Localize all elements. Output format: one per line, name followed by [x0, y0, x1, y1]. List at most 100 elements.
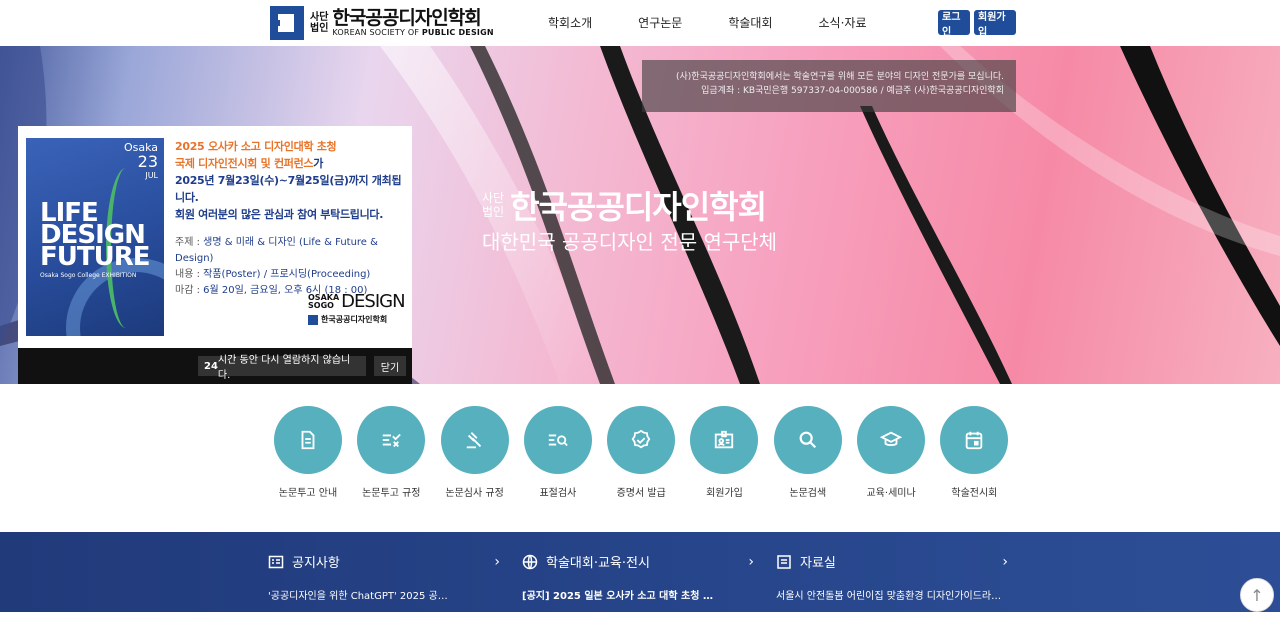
search-icon: [773, 406, 842, 474]
chevron-right-icon[interactable]: ›: [494, 554, 500, 570]
quick-item-label: 논문투고 규정: [362, 488, 421, 499]
hero-title: 사단 법인 한국공공디자인학회: [482, 182, 767, 228]
quick-item-label: 교육·세미나: [866, 488, 916, 499]
quick-item-label: 표절검사: [539, 488, 577, 499]
globe-icon: [522, 554, 538, 569]
poster-exhibition: Osaka Sogo College EXHIBITION: [40, 272, 137, 279]
signup-button[interactable]: 회원가입: [974, 10, 1016, 38]
event-poster-image[interactable]: Osaka 23 JUL LIFE DESIGN FUTURE Osaka So…: [26, 138, 164, 336]
osaka-sogo-design-logo: OSAKA SOGO DESIGN: [308, 293, 406, 311]
nav-item-papers[interactable]: 연구논문: [638, 14, 682, 31]
board-notices-item[interactable]: [공지] 2025 일본 오사카 소고 대학 초청…: [268, 610, 500, 625]
hero-notice: (사)한국공공디자인학회에서는 학술연구를 위해 모든 분야의 디자인 전문가를…: [642, 60, 1016, 112]
nav-item-about[interactable]: 학회소개: [548, 14, 592, 31]
chevron-right-icon[interactable]: ›: [748, 554, 754, 570]
nav-item-conference[interactable]: 학술대회: [728, 14, 772, 31]
hero-subtitle: 대한민국 공공디자인 전문 연구단체: [482, 230, 778, 254]
document-icon: [274, 406, 342, 474]
quick-item-education[interactable]: 교육·세미나: [857, 406, 926, 499]
id-card-icon: [690, 406, 759, 474]
hero-title-small-2: 법인: [482, 205, 505, 219]
logo-sogo-text: SOGO: [308, 301, 334, 310]
popup-close-button[interactable]: 닫기: [374, 356, 406, 376]
archive-icon: [777, 554, 791, 569]
scroll-top-button[interactable]: ↑: [1240, 578, 1274, 612]
board-conference-item[interactable]: [공지] 2025 일본 오사카 소고 대학 초청 …: [522, 587, 754, 602]
board-archive-item[interactable]: 서울시 안전돌봄 어린이집 맞춤환경 디자인가이드라…: [776, 587, 1008, 602]
quick-item-label: 논문검색: [789, 488, 827, 499]
board-notices-header[interactable]: 공지사항 ›: [268, 552, 500, 571]
graduation-cap-icon: [857, 406, 926, 474]
logo-corp-label: 사단 법인: [310, 12, 328, 34]
quick-item-label: 증명서 발급: [616, 488, 666, 499]
poster-headline-3: FUTURE: [40, 242, 151, 272]
popup-line1: 2025 오사카 소고 디자인대학 초청: [175, 140, 337, 153]
logo-small-2: 법인: [310, 23, 329, 34]
search-list-icon: [523, 406, 592, 474]
hero-notice-line2: 입금계좌 : KB국민은행 597337-04-000586 / 예금주 (사)…: [701, 86, 1004, 96]
login-button[interactable]: 로그인: [938, 10, 970, 38]
nav-item-news[interactable]: 소식·자료: [819, 14, 867, 31]
popup-info-topic-key: 주제 :: [175, 237, 204, 248]
board-archive: 자료실 › 서울시 안전돌봄 어린이집 맞춤환경 디자인가이드라… 서울시 어린…: [776, 552, 1008, 625]
calendar-icon: [940, 406, 1009, 474]
logo-subtitle-bold: PUBLIC DESIGN: [421, 28, 494, 37]
quick-item-review-rules[interactable]: 논문심사 규정: [440, 406, 509, 499]
popup-footer-bar: 24 시간 동안 다시 열람하지 않습니다. 닫기: [18, 348, 412, 384]
auth-buttons: 로그인 회원가입: [938, 10, 1020, 38]
quick-item-submission-guide[interactable]: 논문투고 안내: [274, 406, 342, 499]
logo-small-1: 사단: [310, 12, 329, 23]
logo-subtitle-plain: KOREAN SOCIETY OF: [332, 28, 422, 37]
popup-text: 2025 오사카 소고 디자인대학 초청 국제 디자인전시회 및 컨퍼런스가 2…: [175, 138, 405, 299]
popup-info-content: 내용 : 작품(Poster) / 프로시딩(Proceeding): [175, 267, 405, 283]
popup-logos: OSAKA SOGO DESIGN 한국공공디자인학회: [308, 293, 406, 325]
checklist-icon: [357, 406, 426, 474]
logo-mark-icon: [270, 6, 304, 40]
quick-item-label: 논문심사 규정: [445, 488, 504, 499]
board-notices-item[interactable]: '공공디자인을 위한 ChatGPT' 2025 공…: [268, 587, 500, 602]
logo-text: 한국공공디자인학회 KOREAN SOCIETY OF PUBLIC DESIG…: [332, 8, 493, 38]
quick-item-plagiarism-check[interactable]: 표절검사: [523, 406, 592, 499]
hide-24h-button[interactable]: 24 시간 동안 다시 열람하지 않습니다.: [198, 355, 366, 381]
popup-line2a: 국제 디자인전시회 및 컨퍼런스: [175, 157, 314, 170]
quick-item-certificate[interactable]: 증명서 발급: [607, 406, 676, 499]
badge-check-icon: [607, 406, 676, 474]
kspd-logo-text: 한국공공디자인학회: [321, 315, 388, 324]
quick-menu: 논문투고 안내 논문투고 규정 논문심사 규정 표절검사 증명서 발급 회원가입: [274, 406, 1024, 499]
quick-item-label: 회원가입: [706, 488, 743, 499]
gavel-icon: [440, 406, 509, 474]
popup-info-content-value: 작품(Poster) / 프로시딩(Proceeding): [203, 269, 371, 280]
hero-title-corp: 사단 법인: [482, 191, 504, 219]
quick-item-submission-rules[interactable]: 논문투고 규정: [357, 406, 426, 499]
hide-24h-bold: 24: [204, 360, 218, 372]
kspd-small-logo: 한국공공디자인학회: [308, 314, 404, 325]
site-logo[interactable]: 사단 법인 한국공공디자인학회 KOREAN SOCIETY OF PUBLIC…: [270, 5, 494, 41]
popup-line2b: 가: [313, 157, 324, 170]
popup-info: 주제 : 생명 & 미래 & 디자인 (Life & Future & Desi…: [175, 235, 405, 299]
quick-item-membership[interactable]: 회원가입: [690, 406, 759, 499]
popup-line4: 회원 여러분의 많은 관심과 참여 부탁드립니다.: [175, 208, 384, 221]
board-conference-item[interactable]: 2025 한국공공디자인학회 춘계 공공디자인 학술대회: [522, 610, 754, 625]
popup-line3: 2025년 7월23일(수)~7월25일(금)까지 개최됩니다.: [175, 174, 402, 204]
board-conference-header[interactable]: 학술대회·교육·전시 ›: [522, 552, 754, 571]
kspd-mark-icon: [308, 314, 318, 325]
hero-title-small-1: 사단: [482, 191, 505, 205]
hero-notice-line1: (사)한국공공디자인학회에서는 학술연구를 위해 모든 분야의 디자인 전문가를…: [676, 72, 1004, 82]
main-nav: 학회소개 연구논문 학술대회 소식·자료: [548, 14, 913, 31]
list-icon: [268, 555, 284, 568]
quick-item-exhibition[interactable]: 학술전시회: [940, 406, 1009, 499]
board-archive-item[interactable]: 서울시 어린이집 환경 개선 사업 결과 보고서: [776, 610, 1008, 625]
board-archive-header[interactable]: 자료실 ›: [776, 552, 1008, 571]
board-notices: 공지사항 › '공공디자인을 위한 ChatGPT' 2025 공… [공지] …: [268, 552, 500, 625]
popup-info-deadline-key: 마감 :: [175, 285, 204, 296]
quick-item-label: 논문투고 안내: [278, 488, 338, 499]
logo-subtitle: KOREAN SOCIETY OF PUBLIC DESIGN: [332, 28, 493, 38]
event-popup: Osaka 23 JUL LIFE DESIGN FUTURE Osaka So…: [18, 126, 412, 384]
logo-title: 한국공공디자인학회: [332, 7, 481, 29]
osaka-sogo-label: OSAKA SOGO: [308, 294, 339, 310]
chevron-right-icon[interactable]: ›: [1002, 554, 1008, 570]
arrow-up-icon: ↑: [1250, 585, 1264, 605]
quick-item-paper-search[interactable]: 논문검색: [773, 406, 842, 499]
popup-info-content-key: 내용 :: [175, 269, 204, 280]
hero-title-text: 한국공공디자인학회: [510, 188, 767, 226]
